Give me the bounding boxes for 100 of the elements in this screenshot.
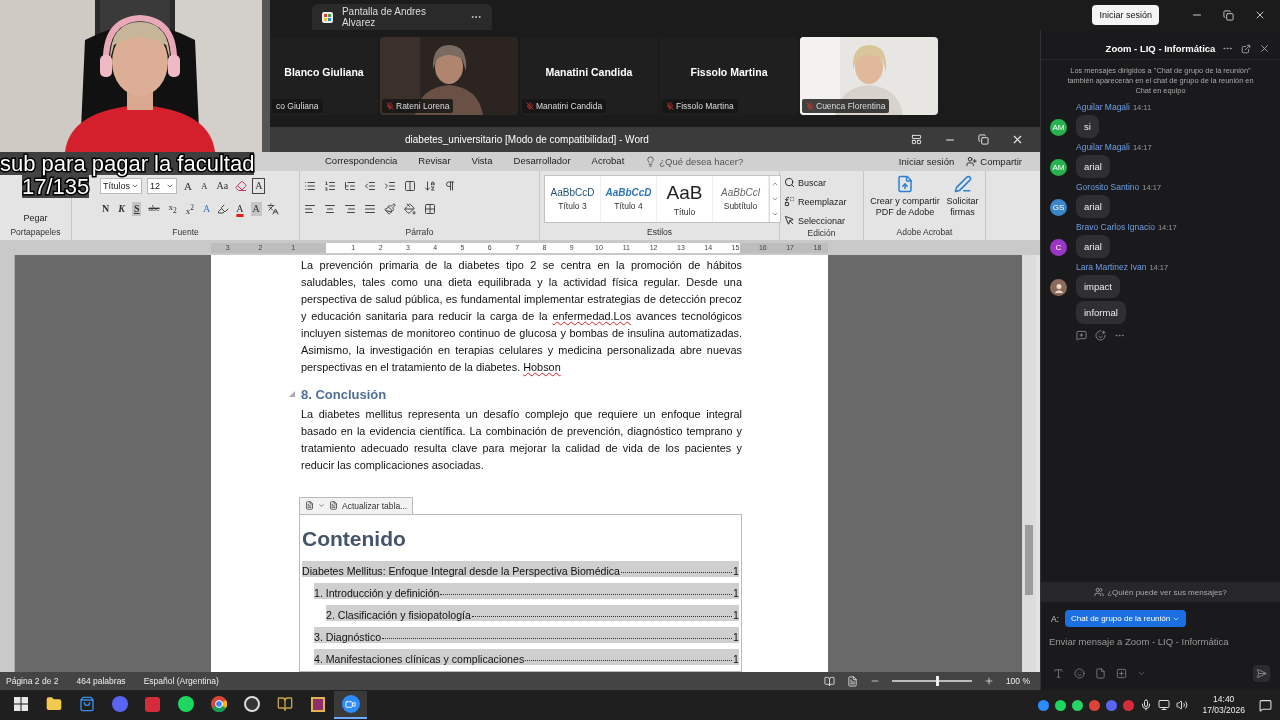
zoom-in-icon[interactable]	[983, 676, 994, 686]
paragraph-tool-icon[interactable]	[364, 180, 376, 192]
toc-entry[interactable]: 2. Clasificación y fisiopatología 1	[326, 605, 739, 621]
close-icon[interactable]	[1254, 9, 1266, 21]
message-bubble: impact	[1076, 275, 1120, 298]
visibility-bar[interactable]: ¿Quién puede ver sus mensajes?	[1041, 582, 1280, 602]
paragraph-tool-icon[interactable]	[364, 203, 376, 215]
ribbon-display-icon[interactable]	[911, 134, 922, 145]
restore-icon[interactable]	[978, 134, 989, 145]
tray-icon[interactable]	[1072, 699, 1084, 711]
font-color-button[interactable]: A	[234, 202, 246, 216]
italic-button[interactable]: K	[116, 202, 127, 216]
share-button[interactable]: Compartir	[966, 156, 1022, 167]
style-item[interactable]: AaBbCcD Título 3	[545, 176, 601, 222]
group-label: Párrafo	[405, 227, 434, 239]
toc-entry[interactable]: Diabetes Mellitus: Enfoque Integral desde la Perspectiva Biomédica 1	[302, 561, 739, 577]
update-table-button[interactable]: Actualizar tabla...	[299, 496, 414, 514]
script-button[interactable]: x$_{2}$	[166, 200, 179, 218]
send-button[interactable]	[1253, 665, 1270, 682]
paragraph-tool-icon[interactable]	[384, 180, 396, 192]
paragraph-tool-icon[interactable]	[444, 180, 456, 192]
chat-title: Zoom - LIQ - Informática	[1105, 43, 1216, 54]
file-icon[interactable]	[1095, 668, 1106, 679]
replace-button[interactable]: Reemplazar	[784, 194, 847, 209]
scrollbar[interactable]	[1022, 255, 1036, 672]
paragraph-tool-icon[interactable]	[404, 180, 416, 192]
participant-name: Manatini Candida	[545, 66, 633, 78]
reply-icon[interactable]	[1076, 330, 1087, 341]
emoji-icon[interactable]	[1074, 668, 1085, 679]
bold-button[interactable]: N	[100, 202, 112, 216]
paragraph-tool-icon[interactable]	[344, 180, 356, 192]
ribbon-tab[interactable]: Desarrollador	[513, 153, 571, 170]
notifications-icon[interactable]	[1259, 698, 1272, 712]
toc-entry[interactable]: 1. Introducción y definición 1	[314, 583, 739, 599]
tray-icon[interactable]	[1106, 699, 1118, 711]
paste-button[interactable]: Pegar	[23, 213, 48, 223]
change-case-button[interactable]: Aa	[214, 179, 231, 193]
close-icon[interactable]	[1011, 133, 1024, 146]
script-button[interactable]: x$^{2}$	[183, 200, 197, 218]
pop-out-icon[interactable]	[1241, 43, 1251, 54]
paragraph-tool-icon[interactable]	[324, 203, 336, 215]
sign-in-button[interactable]: Iniciar sesión	[1092, 5, 1159, 25]
print-layout-icon[interactable]	[846, 675, 858, 687]
reaction-icon[interactable]	[1095, 330, 1106, 341]
tray-icon[interactable]	[1089, 699, 1101, 711]
toc-entry[interactable]: 4. Manifestaciones clínicas y complicaciones 1	[314, 649, 739, 665]
recipient-dropdown[interactable]: Chat de grupo de la reunión	[1065, 610, 1187, 627]
paragraph-tool-icon[interactable]	[324, 180, 336, 192]
restore-icon[interactable]	[1223, 9, 1234, 21]
message-input[interactable]: Enviar mensaje a Zoom - LIQ - Informática	[1047, 633, 1274, 649]
create-pdf-button[interactable]: Crear y compartir PDF de Adobe	[868, 175, 942, 218]
highlighter-icon[interactable]	[217, 203, 230, 215]
ribbon-tab[interactable]: Correspondencia	[325, 153, 398, 170]
strikethrough-button[interactable]: abc	[146, 202, 162, 216]
ribbon-tab[interactable]: Revisar	[418, 153, 451, 170]
request-signatures-button[interactable]: Solicitar firmas	[944, 175, 981, 218]
screenshot-icon[interactable]	[1116, 668, 1127, 679]
text-effects-button[interactable]: A	[201, 202, 213, 216]
paragraph-tool-icon[interactable]	[424, 180, 436, 192]
share-tab[interactable]: Pantalla de Andres Alvarez	[312, 4, 492, 30]
ribbon-tab[interactable]: Acrobat	[591, 153, 625, 170]
pen-icon	[953, 175, 972, 193]
paragraph-tool-icon[interactable]	[404, 203, 416, 215]
text-effects-button[interactable]: A	[252, 178, 266, 194]
find-button[interactable]: Buscar	[784, 175, 826, 190]
style-item[interactable]: AaBbCcD Título 4	[601, 176, 657, 222]
tell-me-field[interactable]: ¿Qué desea hacer?	[645, 156, 744, 167]
close-icon[interactable]	[1259, 43, 1270, 54]
font-name-field[interactable]: Títulos	[100, 178, 142, 194]
style-item[interactable]: AaB Título	[657, 176, 713, 222]
read-mode-icon[interactable]	[823, 675, 835, 687]
style-item[interactable]: AaBbCcl Subtítulo	[713, 176, 769, 222]
grow-font-button[interactable]: A	[182, 179, 194, 193]
mic-icon[interactable]	[1140, 699, 1153, 711]
font-size-field[interactable]: 12	[147, 178, 177, 194]
network-icon[interactable]	[1158, 699, 1171, 711]
character-shading-button[interactable]: A	[250, 202, 262, 216]
volume-icon[interactable]	[1176, 699, 1189, 711]
gallery-scroll[interactable]	[769, 176, 780, 222]
toc-entry[interactable]: 3. Diagnóstico 1	[314, 627, 739, 643]
select-button[interactable]: Seleccionar	[784, 213, 846, 228]
text-format-icon[interactable]	[1053, 668, 1064, 679]
underline-button[interactable]: S	[131, 202, 142, 216]
sign-in-link[interactable]: Iniciar sesión	[898, 156, 955, 167]
caret-icon[interactable]	[1137, 669, 1146, 678]
eraser-icon[interactable]	[235, 180, 248, 192]
tray-icon[interactable]	[1038, 699, 1050, 711]
video-app-icon[interactable]	[334, 691, 367, 719]
clock[interactable]: 14:40 17/03/2026	[1202, 694, 1245, 716]
tab-title: Pantalla de Andres Alvarez	[341, 6, 427, 28]
window-title: diabetes_universitario [Modo de compatibilidad] - Word	[405, 134, 649, 145]
paragraph-tool-icon[interactable]	[344, 203, 356, 215]
enclose-character-icon[interactable]	[266, 203, 279, 215]
ribbon-tab[interactable]: Vista	[471, 153, 493, 170]
paragraph-tool-icon[interactable]	[304, 203, 316, 215]
tray-icon[interactable]	[1055, 699, 1067, 711]
shrink-font-button[interactable]: A	[198, 179, 210, 193]
paragraph-tool-icon[interactable]	[424, 203, 436, 215]
paragraph-tool-icon[interactable]	[304, 180, 316, 192]
paragraph-tool-icon[interactable]	[384, 203, 396, 215]
